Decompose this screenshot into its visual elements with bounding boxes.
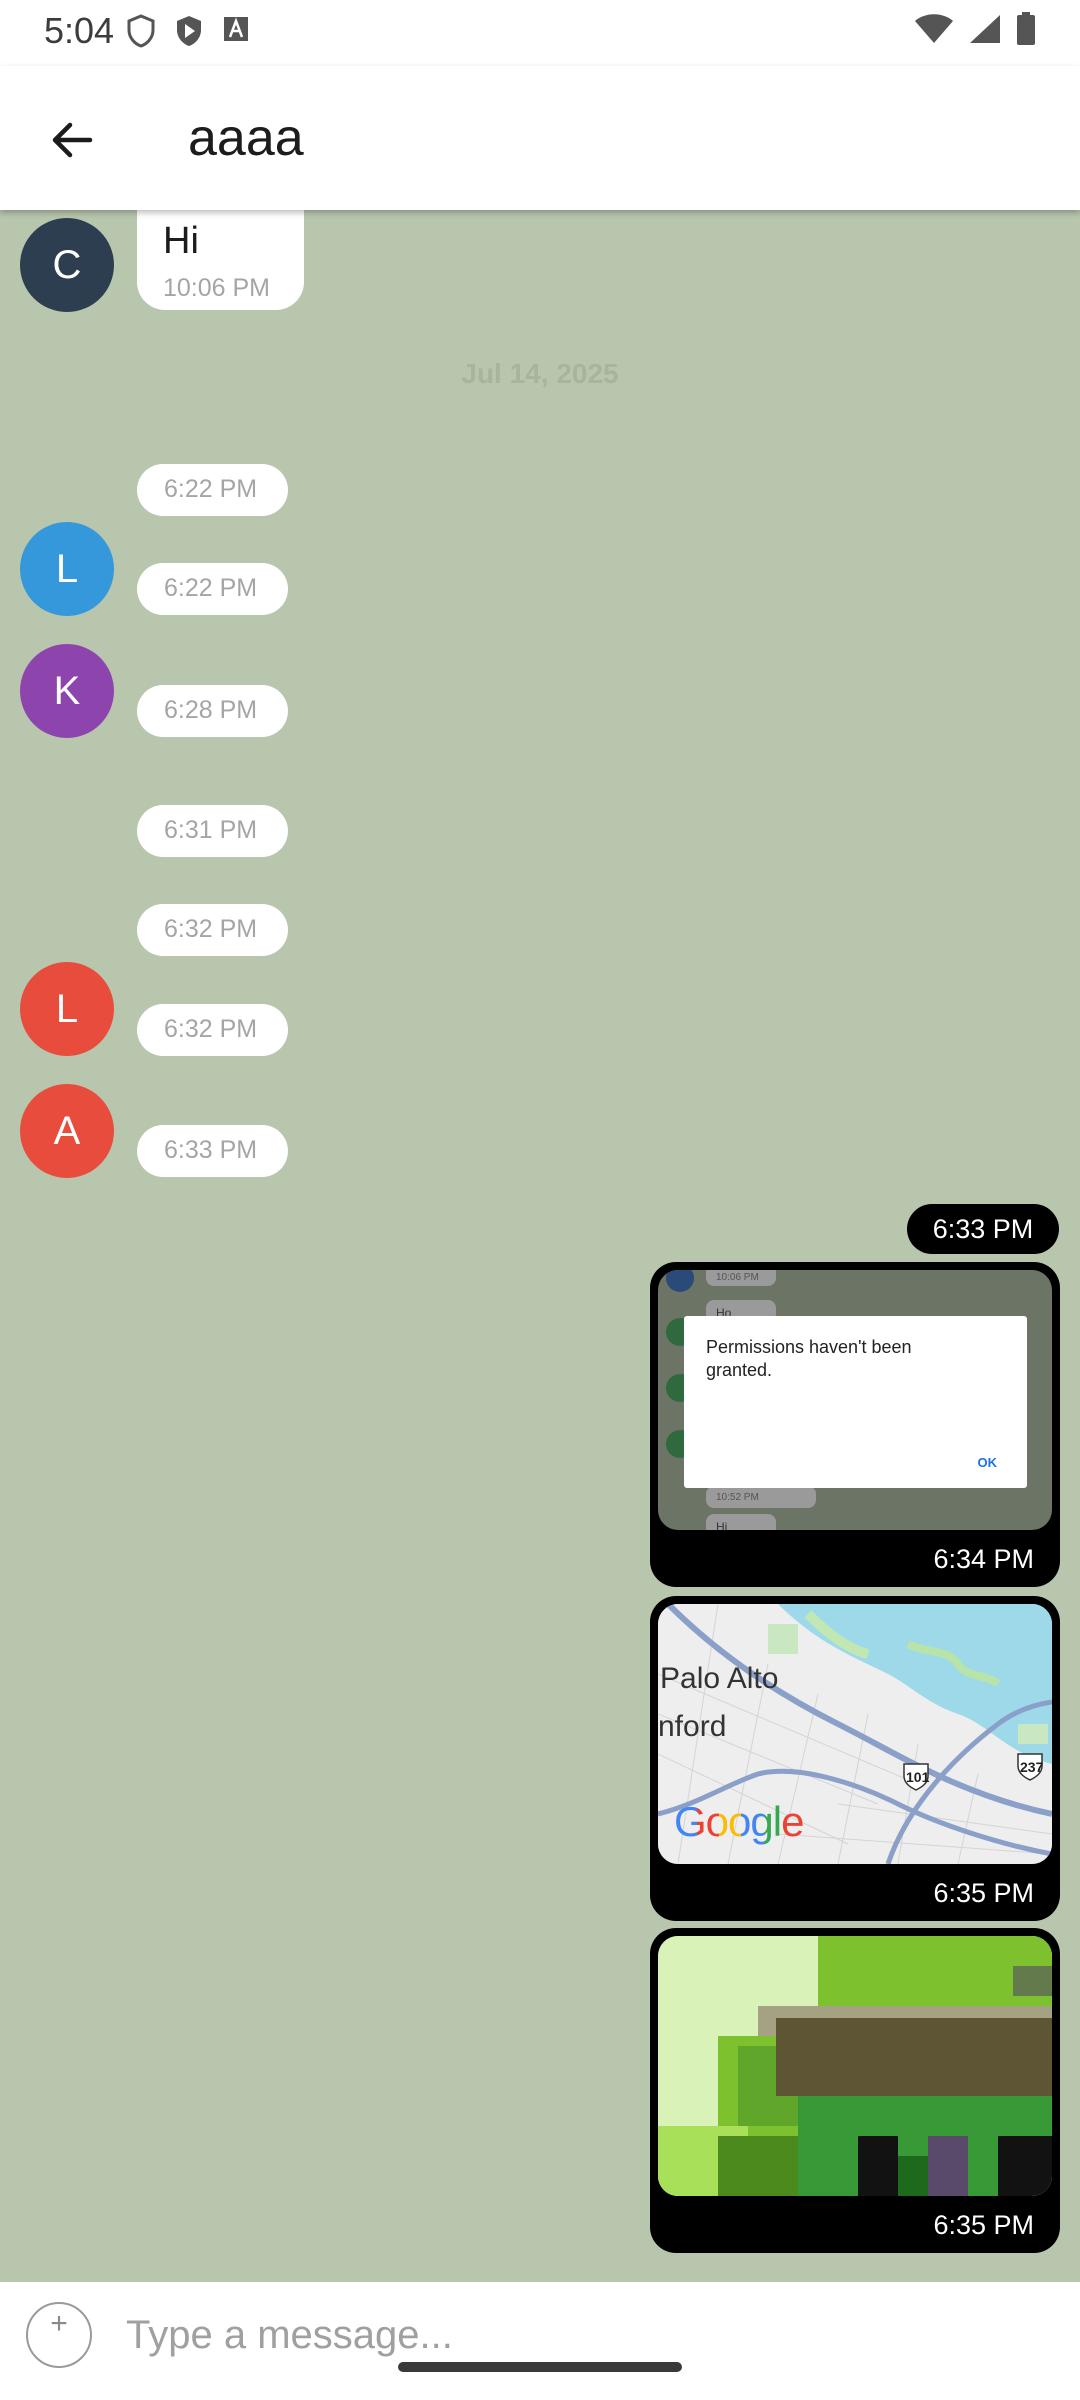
chat-title: aaaa [188,109,304,167]
pixel-image [658,1936,1052,2196]
map-label-city: Palo Alto [660,1662,779,1695]
home-indicator[interactable] [398,2362,682,2372]
signal-icon [970,15,1000,43]
message-time: 6:31 PM [164,816,258,844]
outgoing-image-message[interactable]: 6:35 PM [650,1928,1060,2253]
message-bubble[interactable]: 6:32 PM [137,1004,288,1056]
app-bar: aaaa [0,66,1080,210]
google-logo-text: Google [674,1798,804,1845]
dialog-ok-button: OK [977,1455,998,1470]
permission-dialog: Permissions haven't been granted. OK [684,1316,1027,1488]
message-time: 6:35 PM [933,1878,1034,1908]
message-time: 6:28 PM [164,696,258,724]
date-separator: Jul 14, 2025 [461,358,619,389]
avatar[interactable]: L [20,962,114,1056]
message-input[interactable] [124,2298,1028,2372]
message-input-bar: + [0,2282,1080,2400]
play-protect-icon [177,16,201,46]
dialog-message: Permissions haven't been granted. [706,1337,912,1380]
google-logo: Google [674,1798,804,1846]
map-label-city: nford [658,1710,727,1743]
chat-area[interactable]: C Hi 10:06 PM Jul 14, 2025 6:22 PM L 6:2… [0,210,1080,2282]
status-notification-icons [126,14,250,48]
outgoing-media-message[interactable]: 10:06 PM Ho 10:52 PM Hi Permissions have… [650,1262,1060,1587]
message-time: 6:32 PM [164,915,258,943]
message-bubble[interactable]: 6:22 PM [137,464,288,516]
back-button[interactable] [36,104,108,176]
map-label-highway: 101 [906,1769,930,1785]
message-bubble[interactable]: 6:28 PM [137,685,288,737]
message-time: 6:22 PM [164,475,258,503]
avatar[interactable]: A [20,1084,114,1178]
message-time: 10:06 PM [163,274,271,302]
outgoing-message-bubble[interactable]: 6:33 PM [907,1204,1059,1254]
font-a-icon [224,17,248,41]
map-thumbnail[interactable]: Palo Alto nford 101 237 Google [658,1604,1052,1864]
battery-icon [1017,12,1035,45]
thumbnail-text: Hi [716,1520,728,1530]
status-system-icons [914,12,1036,46]
message-time: 6:32 PM [164,1015,258,1043]
message-bubble[interactable]: 6:31 PM [137,805,288,857]
message-bubble[interactable]: 6:32 PM [137,904,288,956]
avatar[interactable]: L [20,522,114,616]
message-text: Hi [163,220,199,262]
status-time: 5:04 [44,10,115,51]
message-time: 6:33 PM [932,1213,1034,1244]
thumbnail-avatar [666,1270,694,1292]
message-time: 6:35 PM [933,2210,1034,2240]
message-time: 6:34 PM [933,1544,1034,1574]
message-time: 6:22 PM [164,574,258,602]
message-bubble[interactable]: 6:22 PM [137,563,288,615]
arrow-back-icon [52,122,93,158]
shield-icon [127,14,155,48]
screenshot-thumbnail[interactable]: 10:06 PM Ho 10:52 PM Hi Permissions have… [658,1270,1052,1530]
map-label-highway: 237 [1020,1759,1044,1775]
message-time: 6:33 PM [164,1136,258,1164]
outgoing-location-message[interactable]: Palo Alto nford 101 237 Google 6:35 PM [650,1596,1060,1921]
image-thumbnail[interactable] [658,1936,1052,2196]
wifi-icon [915,14,953,43]
status-bar: 5:04 [0,0,1080,66]
attach-button[interactable]: + [26,2302,92,2368]
thumbnail-text: 10:52 PM [716,1492,759,1503]
avatar[interactable]: K [20,644,114,738]
avatar[interactable]: C [20,218,114,312]
plus-icon: + [50,2307,68,2340]
message-bubble[interactable]: Hi 10:06 PM [137,210,304,310]
message-bubble[interactable]: 6:33 PM [137,1125,288,1177]
thumbnail-text: 10:06 PM [716,1272,759,1283]
